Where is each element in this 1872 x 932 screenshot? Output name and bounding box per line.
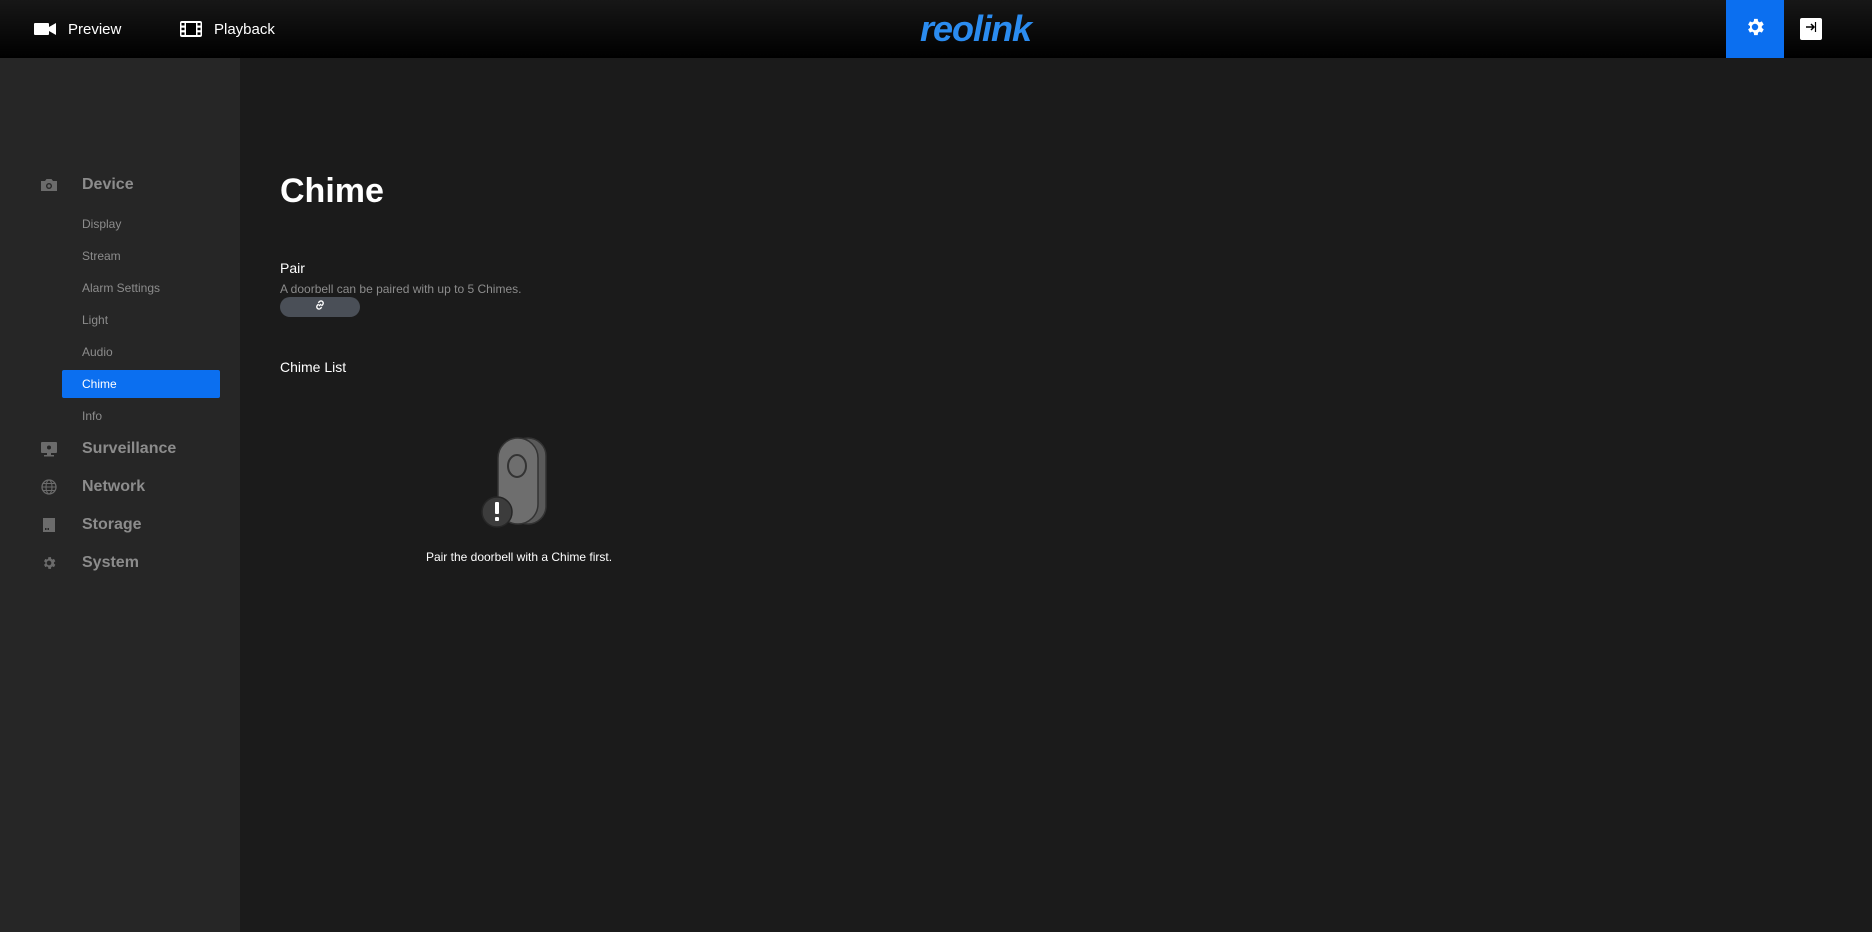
sidebar-item-alarm-settings[interactable]: Alarm Settings (62, 274, 220, 302)
globe-icon (40, 479, 58, 495)
sidebar-item-display[interactable]: Display (62, 210, 220, 238)
sidebar-group-label: System (82, 554, 139, 571)
logout-icon (1805, 20, 1817, 38)
sidebar-item-info[interactable]: Info (62, 402, 220, 430)
page-title: Chime (280, 172, 384, 210)
sidebar-group-label: Network (82, 478, 146, 495)
sidebar: Device Display Stream Alarm Settings Lig… (0, 58, 240, 932)
playback-tab[interactable]: Playback (180, 0, 275, 58)
empty-state-text: Pair the doorbell with a Chime first. (425, 550, 613, 564)
link-icon (313, 298, 327, 317)
sidebar-group-surveillance[interactable]: Surveillance (0, 434, 240, 464)
top-bar: Preview Playback reolink (0, 0, 1872, 58)
settings-button[interactable] (1726, 0, 1784, 58)
gear-icon (1744, 16, 1766, 43)
sidebar-group-label: Device (82, 176, 134, 193)
pair-section-title: Pair (280, 260, 305, 276)
preview-tab[interactable]: Preview (34, 0, 121, 58)
sidebar-group-network[interactable]: Network (0, 472, 240, 502)
logout-button[interactable] (1800, 18, 1822, 40)
reolink-logo: reolink (920, 8, 1032, 49)
playback-label: Playback (214, 20, 275, 38)
sidebar-item-audio[interactable]: Audio (62, 338, 220, 366)
sidebar-item-light[interactable]: Light (62, 306, 220, 334)
sidebar-group-label: Surveillance (82, 440, 177, 457)
sidebar-group-device[interactable]: Device (0, 170, 240, 200)
monitor-icon (40, 441, 58, 457)
camera-icon (40, 177, 58, 193)
pair-description: A doorbell can be paired with up to 5 Ch… (280, 282, 522, 296)
sidebar-group-storage[interactable]: Storage (0, 510, 240, 540)
chime-list-title: Chime List (280, 359, 347, 375)
sidebar-group-system[interactable]: System (0, 548, 240, 578)
film-icon (180, 21, 202, 37)
chime-warning-icon (478, 432, 558, 532)
preview-label: Preview (68, 20, 122, 38)
pair-button[interactable] (280, 297, 360, 317)
sidebar-item-stream[interactable]: Stream (62, 242, 220, 270)
sidebar-group-label: Storage (82, 516, 142, 533)
sd-card-icon (40, 517, 58, 533)
sidebar-item-chime[interactable]: Chime (62, 370, 220, 398)
logo-text: reolink (920, 8, 1032, 49)
video-camera-icon (34, 22, 56, 36)
gear-icon (40, 555, 58, 571)
